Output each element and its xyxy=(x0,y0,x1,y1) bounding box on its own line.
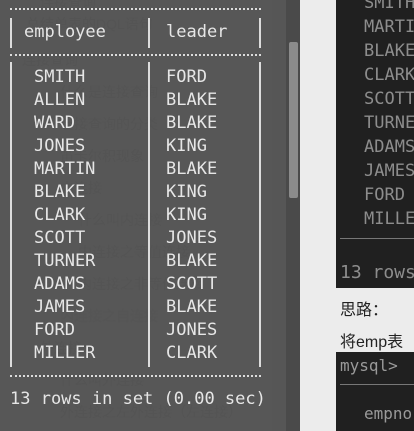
table-border-vertical xyxy=(148,18,150,48)
table-cell-employee: SCOTT xyxy=(34,228,86,248)
mysql-console-window[interactable]: employee leader SMITH FORD ALLEN BLAKE WARD BLA… xyxy=(0,0,300,431)
table-border-vertical xyxy=(259,18,261,48)
table-cell-employee: SMITH xyxy=(34,67,86,87)
terminal-separator xyxy=(340,238,414,239)
table-cell-leader: JONES xyxy=(166,228,218,248)
result-summary: 13 rows in set (0.00 sec) xyxy=(10,389,266,409)
terminal-output-line: TURNER xyxy=(364,113,414,133)
table-cell-employee: CLARK xyxy=(34,205,86,225)
table-cell-employee: MARTIN xyxy=(34,159,96,179)
table-cell-employee: ALLEN xyxy=(34,90,86,110)
terminal-column-header: empno xyxy=(364,404,413,423)
terminal-output-line: SMITH xyxy=(364,0,414,13)
terminal-output-line: FORD xyxy=(364,185,405,205)
table-border-vertical xyxy=(10,18,12,48)
table-cell-leader: BLAKE xyxy=(166,251,218,271)
doc-sentence: 将emp表 xyxy=(340,334,404,351)
table-border-vertical xyxy=(10,62,12,367)
table-cell-leader: KING xyxy=(166,182,207,202)
table-cell-employee: JONES xyxy=(34,136,86,156)
terminal-bottom-separator xyxy=(340,384,414,385)
table-cell-leader: BLAKE xyxy=(166,159,218,179)
table-cell-leader: BLAKE xyxy=(166,297,218,317)
table-border-bottom xyxy=(10,375,261,377)
terminal-output-line: MARTIN xyxy=(364,17,414,37)
table-cell-leader: BLAKE xyxy=(166,90,218,110)
table-border-header xyxy=(10,54,261,56)
column-header-employee: employee xyxy=(24,22,106,42)
column-header-leader: leader xyxy=(166,22,228,42)
table-cell-employee: TURNER xyxy=(34,251,96,271)
table-cell-leader: KING xyxy=(166,205,207,225)
console-scrollbar-thumb[interactable] xyxy=(289,42,298,198)
terminal-output-line: CLARK xyxy=(364,65,414,85)
table-cell-employee: MILLER xyxy=(34,343,96,363)
terminal-output-line: JAMES xyxy=(364,161,414,181)
terminal-rows-count: 13 rows xyxy=(340,262,414,283)
terminal-output-line: ADAMS xyxy=(364,137,414,157)
table-border-vertical xyxy=(148,62,150,367)
terminal-output-line: BLAKE xyxy=(364,41,414,61)
table-cell-employee: ADAMS xyxy=(34,274,86,294)
table-cell-leader: KING xyxy=(166,136,207,156)
table-cell-leader: CLARK xyxy=(166,343,218,363)
table-cell-leader: JONES xyxy=(166,320,218,340)
table-cell-leader: FORD xyxy=(166,67,207,87)
table-cell-leader: BLAKE xyxy=(166,113,218,133)
doc-thinking-label: 思路： xyxy=(340,302,389,319)
terminal-prompt: mysql> xyxy=(340,356,398,375)
terminal-output-line: SCOTT xyxy=(364,89,414,109)
table-cell-employee: FORD xyxy=(34,320,75,340)
table-cell-employee: BLAKE xyxy=(34,182,86,202)
table-cell-leader: SCOTT xyxy=(166,274,218,294)
table-cell-employee: JAMES xyxy=(34,297,86,317)
table-border-vertical xyxy=(259,62,261,367)
table-cell-employee: WARD xyxy=(34,113,75,133)
table-border-top xyxy=(10,8,261,10)
terminal-output-line: MILLER xyxy=(364,209,414,229)
